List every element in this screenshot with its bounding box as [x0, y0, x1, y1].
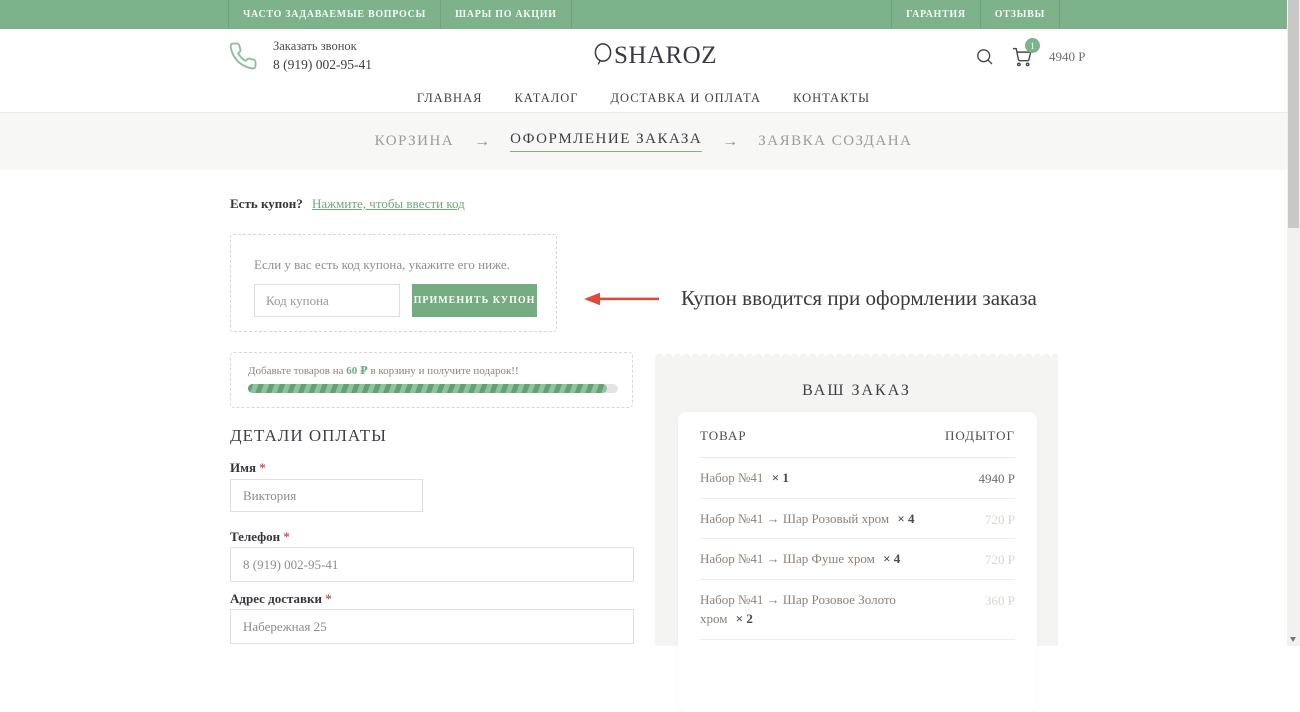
order-row: Набор №41 → Шар Розовое Золото хром × 2 …: [700, 580, 1015, 640]
step-order-created: ЗАЯВКА СОЗДАНА: [758, 133, 912, 150]
nav-item-contacts[interactable]: КОНТАКТЫ: [793, 91, 870, 106]
balloon-logo-icon: [593, 42, 613, 70]
callback-label[interactable]: Заказать звонок: [273, 39, 372, 54]
coupon-form: Если у вас есть код купона, укажите его …: [230, 234, 557, 332]
header-phone-number[interactable]: 8 (919) 002-95-41: [273, 57, 372, 73]
header-actions: 1 4940 Р: [975, 46, 1085, 67]
search-icon[interactable]: [975, 47, 994, 66]
scrollbar-down-arrow-icon[interactable]: [1290, 637, 1296, 642]
order-item-name: Набор №41 → Шар Розовый хром × 4: [700, 509, 918, 529]
topbar-link-sale-balloons[interactable]: ШАРЫ ПО АКЦИИ: [440, 0, 572, 29]
item-name-text: Набор №41: [700, 470, 763, 485]
gift-progress-track: [248, 384, 618, 393]
order-row: Набор №41 → Шар Розовый хром × 4 720 Р: [700, 499, 1015, 540]
phone-icon: [228, 41, 258, 71]
order-item-name: Набор №41 → Шар Розовое Золото хром × 2: [700, 590, 918, 629]
nav-item-catalog[interactable]: КАТАЛОГ: [514, 91, 578, 106]
order-item-price: 4940 Р: [979, 468, 1015, 488]
callback-block: Заказать звонок 8 (919) 002-95-41: [228, 39, 372, 73]
step-arrow-icon: →: [474, 133, 490, 151]
phone-label-text: Телефон: [230, 529, 280, 544]
nav-item-delivery[interactable]: ДОСТАВКА И ОПЛАТА: [611, 91, 762, 106]
apply-coupon-button[interactable]: ПРИМЕНИТЬ КУПОН: [412, 284, 537, 317]
item-qty: × 2: [736, 611, 753, 626]
topbar-left-links: ЧАСТО ЗАДАВАЕМЫЕ ВОПРОСЫ ШАРЫ ПО АКЦИИ: [228, 0, 572, 29]
address-label-text: Адрес доставки: [230, 591, 322, 606]
address-input[interactable]: [230, 609, 634, 644]
topbar-link-reviews[interactable]: ОТЗЫВЫ: [980, 0, 1060, 29]
logo-text: SHAROZ: [614, 42, 717, 70]
annotation-arrow-icon: [584, 292, 660, 306]
order-table-header: ТОВАР ПОДЫТОГ: [700, 412, 1015, 458]
gift-text-after: в корзину и получите подарок!!: [368, 365, 519, 377]
annotation-text: Купон вводится при оформлении заказа: [681, 286, 1037, 311]
col-product: ТОВАР: [700, 428, 747, 444]
item-name-text: Набор №41 → Шар Розовый хром: [700, 511, 889, 526]
vertical-scrollbar[interactable]: [1287, 0, 1300, 646]
phone-field-label: Телефон *: [230, 529, 290, 545]
name-label-text: Имя: [230, 460, 256, 475]
coupon-question: Есть купон?: [230, 196, 303, 211]
gift-progress-fill: [248, 384, 607, 393]
col-subtotal: ПОДЫТОГ: [945, 428, 1015, 444]
cart-total[interactable]: 4940 Р: [1049, 49, 1085, 65]
topbar-link-faq[interactable]: ЧАСТО ЗАДАВАЕМЫЕ ВОПРОСЫ: [228, 0, 440, 29]
step-arrow-icon: →: [722, 133, 738, 151]
phone-input[interactable]: [230, 547, 634, 582]
item-qty: × 4: [883, 551, 900, 566]
cart-count-badge: 1: [1025, 38, 1040, 53]
item-name-text: Набор №41 → Шар Фуше хром: [700, 551, 875, 566]
gift-progress-text: Добавьте товаров на 60 ₽ в корзину и пол…: [248, 364, 519, 377]
topbar-link-warranty[interactable]: ГАРАНТИЯ: [891, 0, 980, 29]
name-input[interactable]: [230, 479, 423, 512]
order-item-price: 360 Р: [985, 590, 1015, 629]
nav-item-home[interactable]: ГЛАВНАЯ: [417, 91, 483, 106]
top-utility-bar: ЧАСТО ЗАДАВАЕМЫЕ ВОПРОСЫ ШАРЫ ПО АКЦИИ Г…: [0, 0, 1287, 29]
coupon-hint: Если у вас есть код купона, укажите его …: [254, 257, 510, 273]
billing-details-title: ДЕТАЛИ ОПЛАТЫ: [230, 426, 387, 446]
coupon-toggle-row: Есть купон? Нажмите, чтобы ввести код: [230, 196, 465, 212]
order-row: Набор №41 → Шар Фуше хром × 4 720 Р: [700, 539, 1015, 580]
main-nav: ГЛАВНАЯ КАТАЛОГ ДОСТАВКА И ОПЛАТА КОНТАК…: [0, 84, 1287, 112]
step-checkout-active[interactable]: ОФОРМЛЕНИЕ ЗАКАЗА: [510, 131, 702, 152]
gift-amount: 60 ₽: [346, 365, 367, 377]
order-row: Набор №41 × 1 4940 Р: [700, 458, 1015, 499]
address-field-label: Адрес доставки *: [230, 591, 332, 607]
name-field-label: Имя *: [230, 460, 266, 476]
order-item-name: Набор №41 → Шар Фуше хром × 4: [700, 549, 918, 569]
required-mark: *: [325, 591, 332, 606]
topbar-right-links: ГАРАНТИЯ ОТЗЫВЫ: [891, 0, 1060, 29]
required-mark: *: [259, 460, 266, 475]
site-header: Заказать звонок 8 (919) 002-95-41 SHAROZ: [0, 29, 1287, 84]
cart-button[interactable]: 1: [1011, 46, 1032, 67]
gift-progress-box: Добавьте товаров на 60 ₽ в корзину и пол…: [230, 352, 633, 408]
order-item-price: 720 Р: [985, 509, 1015, 529]
item-qty: × 1: [772, 470, 789, 485]
order-summary-card: ТОВАР ПОДЫТОГ Набор №41 × 1 4940 Р Набор…: [678, 412, 1037, 712]
order-item-price: 720 Р: [985, 549, 1015, 569]
receipt-scallop-edge: [655, 351, 1058, 358]
order-summary-panel: ВАШ ЗАКАЗ ТОВАР ПОДЫТОГ Набор №41 × 1 49…: [655, 358, 1058, 646]
item-qty: × 4: [897, 511, 914, 526]
callback-text: Заказать звонок 8 (919) 002-95-41: [273, 39, 372, 73]
order-item-name: Набор №41 × 1: [700, 468, 918, 488]
required-mark: *: [283, 529, 290, 544]
order-summary-title: ВАШ ЗАКАЗ: [655, 358, 1058, 400]
coupon-toggle-link[interactable]: Нажмите, чтобы ввести код: [312, 196, 465, 211]
checkout-steps: КОРЗИНА → ОФОРМЛЕНИЕ ЗАКАЗА → ЗАЯВКА СОЗ…: [0, 112, 1287, 170]
step-cart[interactable]: КОРЗИНА: [375, 133, 455, 150]
item-name-text: Набор №41 → Шар Розовое Золото хром: [700, 592, 896, 627]
scrollbar-thumb[interactable]: [1288, 0, 1299, 228]
coupon-code-input[interactable]: [254, 284, 400, 317]
site-logo[interactable]: SHAROZ: [593, 42, 717, 70]
gift-text-before: Добавьте товаров на: [248, 365, 346, 377]
